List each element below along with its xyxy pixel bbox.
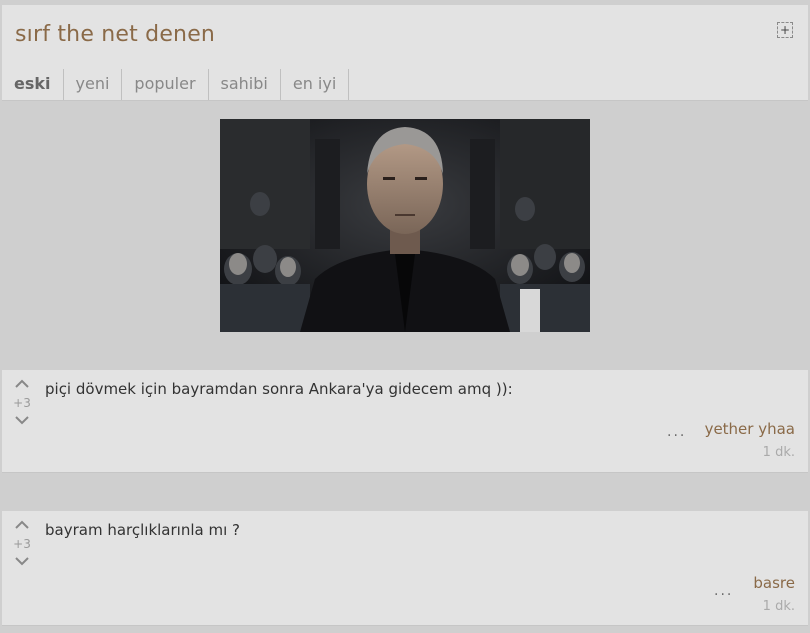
topic-header: sırf the net denen + eski yeni populer s… [2,5,808,101]
entry-text: bayram harçlıklarınla mı ? [45,521,240,539]
tab-sahibi[interactable]: sahibi [209,69,281,100]
entry-item: +3 piçi dövmek için bayramdan sonra Anka… [2,370,808,473]
sort-tabs: eski yeni populer sahibi en iyi [2,69,350,100]
chevron-down-icon[interactable] [10,555,34,569]
vote-box: +3 [10,519,34,569]
entry-author[interactable]: yether yhaa [705,420,795,438]
vote-score: +3 [13,537,31,551]
chevron-up-icon[interactable] [10,378,34,392]
tab-yeni[interactable]: yeni [64,69,123,100]
more-options-icon[interactable]: ... [667,424,686,440]
tab-eski[interactable]: eski [2,69,64,100]
entry-text: piçi dövmek için bayramdan sonra Ankara'… [45,380,513,398]
chevron-down-icon[interactable] [10,414,34,428]
entry-author[interactable]: basre [753,574,795,592]
more-options-icon[interactable]: ... [714,583,733,599]
tab-populer[interactable]: populer [122,69,209,100]
vote-score: +3 [13,396,31,410]
vote-box: +3 [10,378,34,428]
chevron-up-icon[interactable] [10,519,34,533]
topic-title[interactable]: sırf the net denen [15,22,215,47]
movie-still-image[interactable] [220,119,590,332]
entry-time[interactable]: 1 dk. [763,599,795,614]
tab-en-iyi[interactable]: en iyi [281,69,350,100]
entry-item: +3 bayram harçlıklarınla mı ? ... basre … [2,511,808,626]
plus-square-icon[interactable]: + [777,22,793,38]
entry-time[interactable]: 1 dk. [763,445,795,460]
